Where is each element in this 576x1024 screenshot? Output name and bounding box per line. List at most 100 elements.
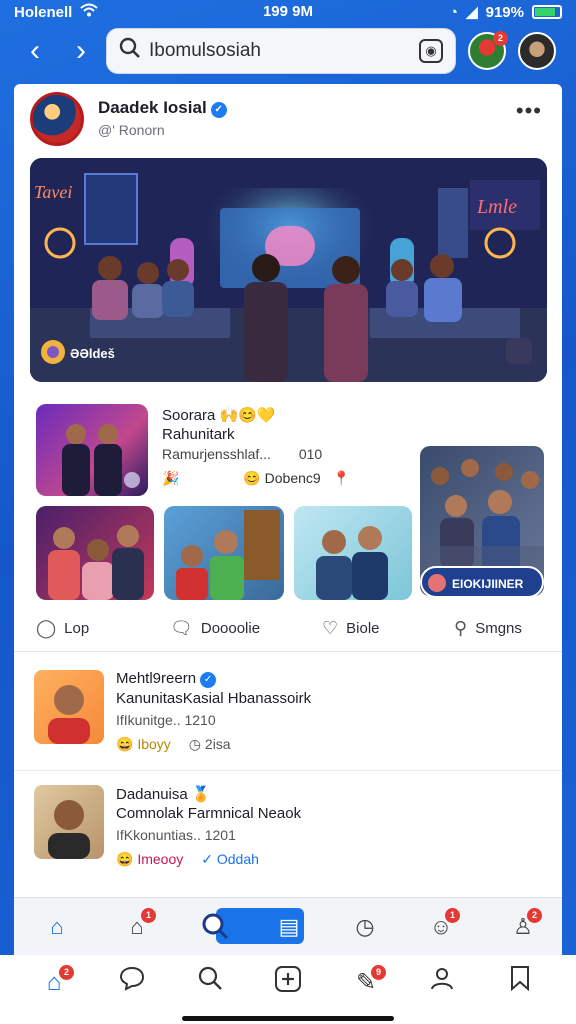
like-icon: ◯ — [36, 618, 57, 638]
media-thumb[interactable] — [294, 506, 412, 600]
list-meta: IfKkonuntias.. 1201 — [116, 827, 236, 843]
reaction-a-label: Imeooy — [137, 851, 184, 867]
list-reaction-b[interactable]: ✓ Oddah — [201, 851, 259, 868]
duo-singers-image — [62, 424, 140, 496]
like-label: Lop — [64, 620, 90, 637]
reaction-a-label: Iboyy — [137, 736, 171, 752]
notification-badge: 2 — [59, 965, 74, 980]
page-icon[interactable]: ▤ — [274, 912, 304, 942]
person-portrait-image — [48, 685, 90, 744]
search-input[interactable]: Ibomulsosiah ◉ — [106, 28, 456, 74]
share-label: Smgns — [475, 620, 522, 637]
verified-icon: ✓ — [210, 102, 227, 118]
list-reactions: 😄 Imeooy ✓ Oddah — [116, 851, 259, 868]
list-title: Comnolak Farmnical Neaok — [116, 805, 302, 822]
clock-icon: ◷ — [188, 736, 202, 752]
item-subtitle-text: Ramurjensshlaf... — [162, 446, 271, 462]
pin-icon: 📍 — [332, 470, 351, 486]
list-reaction-a[interactable]: 😄 Imeooy — [116, 851, 183, 868]
item-title[interactable]: Soorara 🙌😊💛 — [162, 406, 276, 424]
chat-tab-icon[interactable] — [114, 965, 150, 1001]
family-photo-image — [176, 510, 280, 600]
share-button[interactable]: ⚲ Smgns — [454, 618, 522, 639]
svg-text:Lmle: Lmle — [476, 196, 517, 218]
list-title: KanunitasKasial Hbanassoirk — [116, 690, 312, 707]
search-tab-icon[interactable] — [192, 965, 228, 1001]
media-thumb[interactable] — [36, 404, 148, 496]
reaction-label: Dobenc9 — [264, 470, 321, 486]
list-reaction-a[interactable]: 😄 Iboyy — [116, 736, 171, 753]
item-count: 010 — [298, 446, 323, 462]
bell-icon[interactable]: ⌂ 1 — [122, 908, 156, 942]
comment-button[interactable]: 🗨 Doooolie — [170, 618, 260, 639]
feed-card: Daadek Iosial✓ @' Ronorn ••• Lmle Tavei — [14, 84, 562, 984]
status-bar: Holenell 199 9M ◔ ◢ 919% — [0, 0, 576, 24]
favorite-button[interactable]: ♡ Biole — [322, 618, 380, 639]
reaction-b-label: 2isa — [204, 736, 231, 752]
comment-label: Doooolie — [200, 620, 261, 637]
author-avatar[interactable] — [30, 92, 84, 146]
star-icon: 🏅 — [191, 786, 211, 803]
back-arrow-icon[interactable]: ‹ — [20, 36, 50, 68]
list-thumb — [34, 670, 104, 744]
list-reactions: 😄 Iboyy ◷ 2isa — [116, 736, 231, 753]
home-indicator — [182, 1016, 394, 1021]
reaction-b-label: Oddah — [216, 851, 259, 867]
post-subtitle: @' Ronorn — [98, 122, 165, 138]
post-author-name: Daadek Iosial — [98, 98, 207, 117]
home-icon[interactable]: ⌂ — [42, 912, 72, 942]
list-reaction-b[interactable]: ◷ 2isa — [189, 736, 231, 753]
like-button[interactable]: ◯ Lop — [36, 618, 89, 639]
bookmark-tab-icon[interactable] — [502, 965, 538, 1001]
list-thumb — [34, 785, 104, 859]
avatar[interactable]: 2 — [468, 31, 508, 70]
camera-icon[interactable]: ◉ — [419, 39, 443, 63]
search-icon[interactable] — [200, 912, 230, 942]
post-actions: ◯ Lop 🗨 Doooolie ♡ Biole ⚲ Smgns — [14, 612, 562, 652]
pill-icon — [428, 574, 446, 592]
notification-badge: 2 — [527, 908, 542, 923]
svg-text:Tavei: Tavei — [34, 182, 72, 202]
post-header: Daadek Iosial ✓ @' Ronorn ••• — [14, 84, 562, 154]
media-pill-label[interactable]: EIOKIJIINER — [420, 566, 544, 598]
favorite-label: Biole — [346, 620, 380, 637]
item-subtitle: Ramurjensshlaf... 010 — [162, 446, 322, 462]
forward-arrow-icon[interactable]: › — [66, 36, 96, 68]
clock-icon[interactable]: ◷ — [350, 912, 380, 942]
group-photo-image — [48, 525, 144, 600]
location-icon: ◔ — [449, 3, 459, 21]
list-meta: IfIkunitge.. 1210 — [116, 712, 216, 728]
emoji-icon: 🙌😊💛 — [219, 407, 276, 424]
music-icon — [40, 339, 66, 368]
list-name-text: Mehtl9reern — [116, 670, 197, 687]
home-tab-icon[interactable]: ⌂ 2 — [36, 965, 74, 1001]
notification-badge: 1 — [141, 908, 156, 923]
people-icon[interactable]: ♙ 2 — [508, 908, 542, 942]
item-reactions: 🎉 😊 Dobenc9 📍 — [162, 470, 350, 487]
search-icon — [119, 37, 141, 65]
more-options-icon[interactable]: ••• — [516, 98, 542, 124]
list-item[interactable]: Dadanuisa 🏅 Comnolak Farmnical Neaok IfK… — [14, 770, 562, 884]
post-author[interactable]: Daadek Iosial ✓ — [98, 98, 227, 118]
profile-avatar[interactable] — [518, 32, 556, 70]
signal-icon: ◢ — [466, 4, 478, 21]
activity-tab-icon[interactable]: ✎ 9 — [348, 965, 386, 1001]
top-nav: ‹ › Ibomulsosiah ◉ 2 — [0, 26, 576, 80]
chat-icon[interactable]: ☺ 1 — [426, 908, 460, 942]
check-icon: ✓ — [201, 851, 213, 867]
item-title-line2: Rahunitark — [162, 426, 235, 443]
post-photo[interactable]: Lmle Tavei ƏƏldeš — [30, 158, 547, 382]
laugh-icon: 😄 — [116, 851, 134, 867]
verified-icon: ✓ — [200, 672, 217, 688]
media-thumb[interactable] — [36, 506, 154, 600]
photo-caption-text: ƏƏldeš — [70, 346, 115, 361]
media-thumb[interactable] — [164, 506, 284, 600]
create-tab-icon[interactable] — [270, 965, 306, 1001]
list-item[interactable]: Mehtl9reern ✓ KanunitasKasial Hbanassoirk… — [14, 656, 562, 770]
heart-icon: ♡ — [322, 618, 339, 638]
inner-toolbar: ⌂ ⌂ 1 ▤ ◷ ☺ 1 ♙ 2 — [14, 897, 562, 955]
battery-percent: 919% — [485, 3, 524, 21]
profile-tab-icon[interactable] — [424, 965, 460, 1001]
photo-caption: ƏƏldeš — [40, 339, 115, 368]
notification-badge: 2 — [493, 31, 508, 46]
